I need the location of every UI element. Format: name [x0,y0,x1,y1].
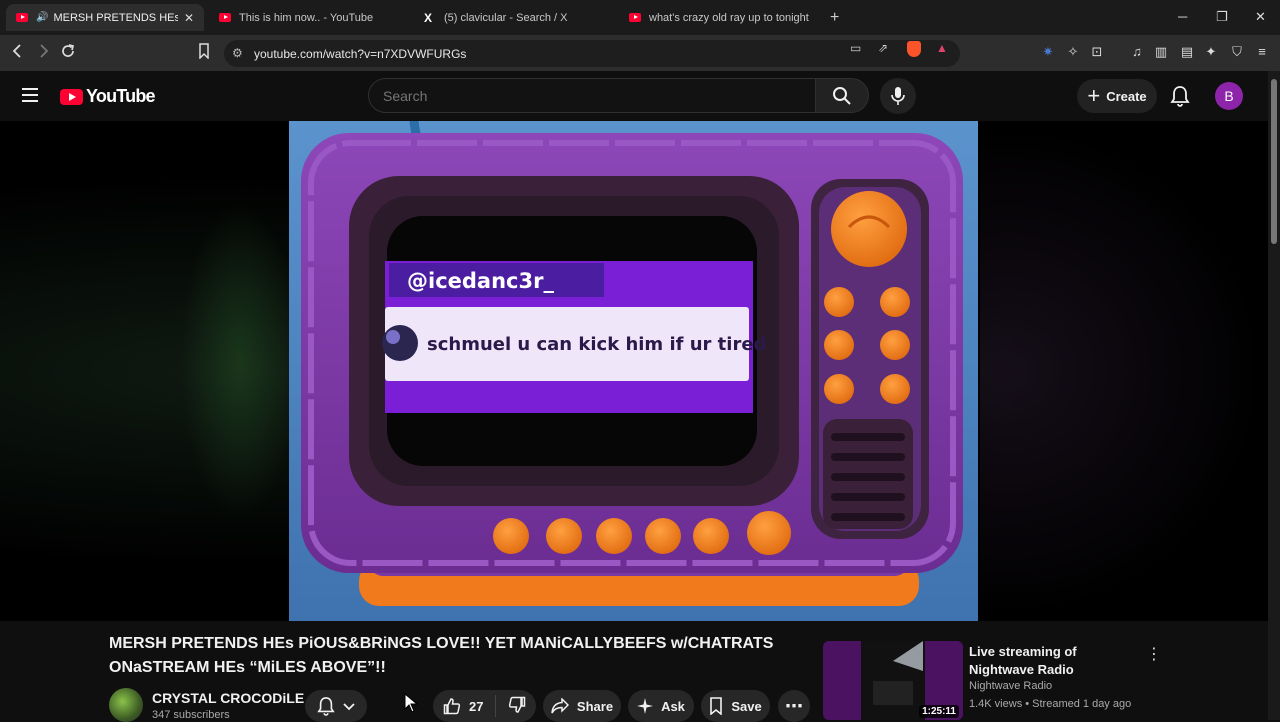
bookmark-icon[interactable] [194,43,214,64]
save-bookmark-icon [709,697,723,715]
wallet-icon[interactable]: ▤ [1179,44,1195,60]
x-icon: X [424,10,433,25]
vpn-icon[interactable]: ⛉ [1229,44,1245,60]
scrollbar-thumb[interactable] [1271,79,1277,244]
plus-icon: + [1087,83,1101,108]
thumbs-down-icon [509,696,526,713]
restore-icon[interactable]: ❐ [1216,9,1228,25]
close-tab-icon[interactable]: ✕ [184,11,194,25]
overlay-message: schmuel u can kick him if ur tired [427,334,766,355]
youtube-header: YouTube + Create B [0,71,1268,121]
share-page-icon[interactable]: ⇗ [878,41,888,55]
recommended-video-title[interactable]: Live streaming of Nightwave Radio [969,643,1139,679]
thumbs-up-icon [443,698,461,715]
recommended-video-thumbnail[interactable]: 1:25:11 [823,641,963,720]
video-duration: 1:25:11 [919,705,959,718]
browser-toolbar: ⚙ youtube.com/watch?v=n7XDVWFURGs ▭ ⇗ ▲ … [0,35,1280,71]
channel-name[interactable]: CRYSTAL CROCODiLE [152,690,304,706]
hamburger-menu-icon[interactable] [22,88,38,106]
back-icon[interactable] [8,43,28,64]
more-actions-button[interactable]: ⋯ [778,690,810,722]
site-settings-icon[interactable]: ⚙ [232,46,243,60]
brave-shields-icon[interactable] [907,41,921,57]
tab-title: This is him now.. - YouTube [239,11,374,24]
subscriber-count: 347 subscribers [152,709,230,721]
reload-icon[interactable] [58,43,78,64]
youtube-icon [16,13,28,22]
divider [495,695,497,717]
screenshot-icon[interactable]: ⊡ [1089,44,1105,60]
notifications-bell-icon[interactable] [1170,85,1190,112]
leo-ai-icon[interactable]: ✦ [1203,44,1219,60]
tab-clavicular-search[interactable]: X (5) clavicular - Search / X [414,4,614,31]
create-label: Create [1106,88,1147,104]
tab-title: what's crazy old ray up to tonight? (g [649,11,809,24]
ask-label: Ask [661,698,685,714]
minimize-icon[interactable]: ─ [1178,9,1187,24]
video-player[interactable]: @icedanc3r_ schmuel u can kick him if ur… [0,121,1268,621]
youtube-logo[interactable]: YouTube [60,86,156,107]
search-icon [833,86,851,105]
video-frame[interactable]: @icedanc3r_ schmuel u can kick him if ur… [289,121,978,621]
new-tab-button[interactable]: + [830,9,839,27]
url-text: youtube.com/watch?v=n7XDVWFURGs [254,46,467,61]
share-icon [551,698,569,714]
recommended-channel-name[interactable]: Nightwave Radio [969,680,1052,692]
create-button[interactable]: + Create [1077,79,1157,113]
account-avatar[interactable]: B [1215,82,1243,110]
close-window-icon[interactable]: ✕ [1255,9,1266,25]
page-scrollbar[interactable] [1268,71,1280,720]
save-label: Save [731,698,762,714]
subscription-bell-button[interactable] [305,690,367,722]
youtube-play-icon [60,88,83,105]
voice-search-button[interactable] [880,78,916,114]
extension-blue-icon[interactable]: ✷ [1040,44,1056,60]
chevron-down-icon [343,699,355,714]
recommended-video-meta: 1.4K views • Streamed 1 day ago [969,698,1132,710]
search-button[interactable] [815,78,869,113]
extensions-icon[interactable]: ✧ [1065,44,1081,60]
youtube-icon [629,13,641,22]
dislike-button[interactable] [508,696,526,717]
tab-title: MERSH PRETENDS HEs PiOUS [53,11,178,24]
like-count[interactable]: 27 [469,699,483,714]
more-vertical-icon[interactable]: ⋮ [1146,644,1162,664]
forward-icon[interactable] [33,43,53,64]
save-button[interactable]: Save [701,690,770,722]
menu-icon[interactable]: ≡ [1254,44,1270,60]
tab-old-ray[interactable]: what's crazy old ray up to tonight? (g [619,4,819,31]
like-button[interactable] [443,697,461,715]
search-input[interactable] [383,87,783,104]
ambient-glow [980,121,1268,621]
brave-rewards-icon[interactable]: ▲ [936,41,948,55]
clay-tv-illustration: @icedanc3r_ schmuel u can kick him if ur… [289,121,978,621]
channel-avatar[interactable] [109,688,143,722]
browser-tab-bar: 🔊 MERSH PRETENDS HEs PiOUS ✕ This is him… [0,0,1280,35]
share-button[interactable]: Share [543,690,621,722]
youtube-icon [219,13,231,22]
search-box [368,78,816,113]
video-title: MERSH PRETENDS HEs PiOUS&BRiNGS LOVE!! Y… [109,635,774,676]
like-dislike-group: 27 [433,690,536,722]
speaker-icon[interactable]: 🔊 [36,12,48,23]
tab-this-is-him-now[interactable]: This is him now.. - YouTube [209,4,409,31]
more-horizontal-icon: ⋯ [785,695,803,716]
bell-icon [317,696,335,716]
share-label: Share [576,698,614,714]
media-icon[interactable]: ♫ [1129,44,1145,60]
ask-button[interactable]: Ask [628,690,694,722]
youtube-logo-text: YouTube [86,86,156,106]
cast-icon[interactable]: ▭ [850,41,861,55]
ambient-glow [180,201,300,521]
tab-title: (5) clavicular - Search / X [444,11,568,24]
microphone-icon [891,87,905,105]
overlay-username: @icedanc3r_ [407,269,554,293]
tab-mersh[interactable]: 🔊 MERSH PRETENDS HEs PiOUS ✕ [6,4,204,31]
sidebar-icon[interactable]: ▥ [1153,44,1169,60]
sparkle-icon [637,698,654,714]
